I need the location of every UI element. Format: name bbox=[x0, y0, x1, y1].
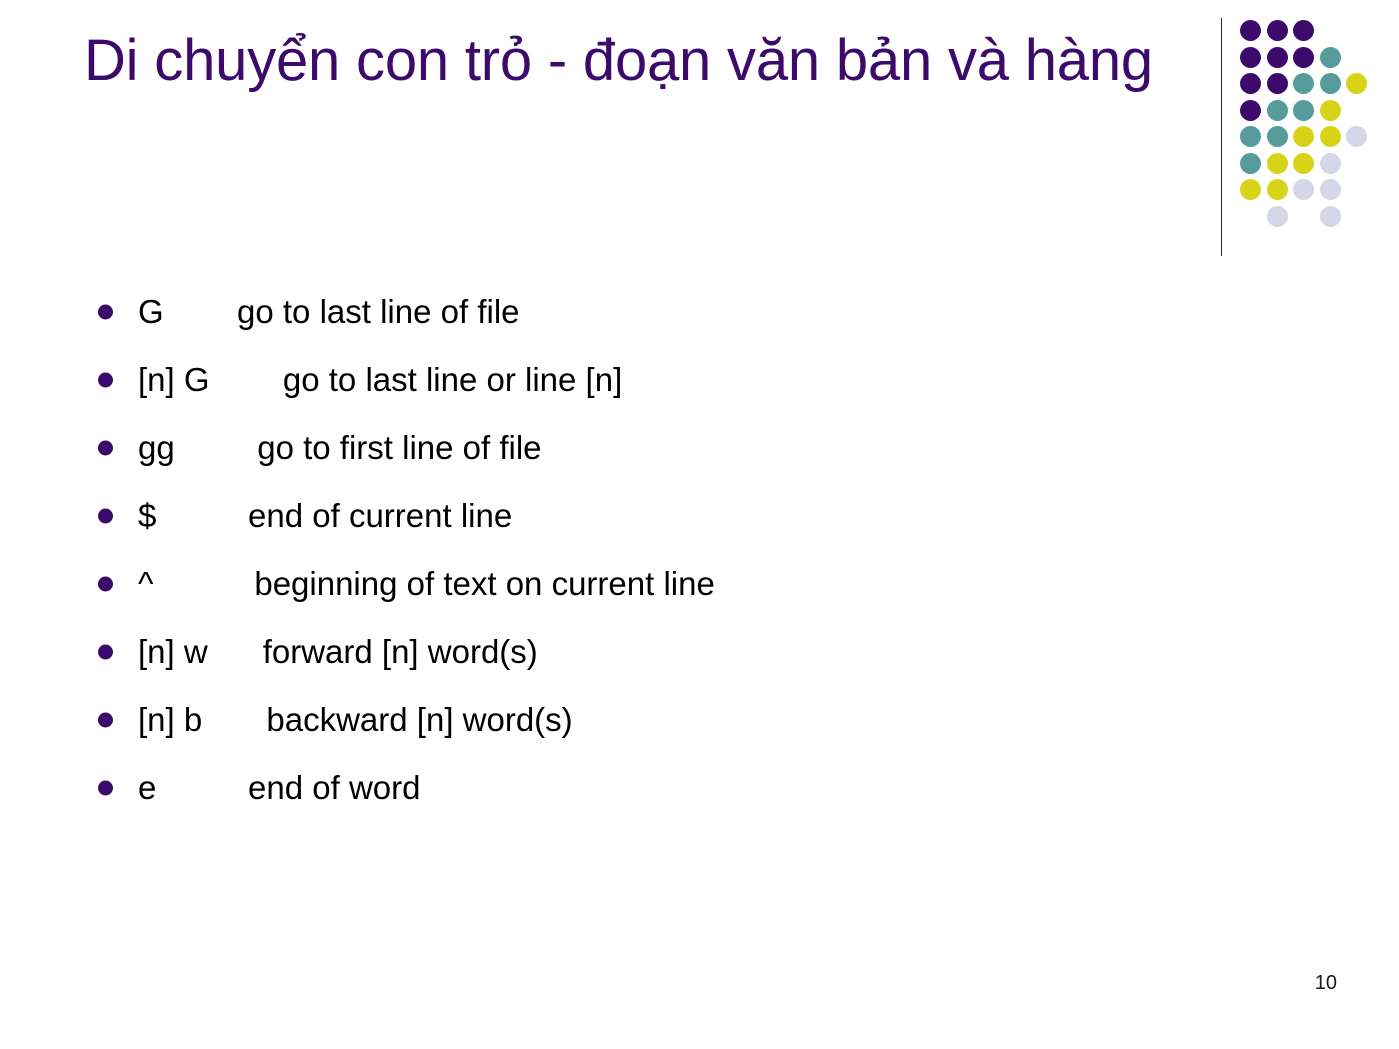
list-item: [n] b backward [n] word(s) bbox=[88, 686, 1268, 754]
list-item: ^ beginning of text on current line bbox=[88, 550, 1268, 618]
decorative-dot bbox=[1319, 205, 1341, 227]
decorative-dot bbox=[1319, 126, 1341, 147]
decorative-dot bbox=[1293, 20, 1314, 41]
decorative-dot bbox=[1240, 20, 1261, 41]
list-item-label: G go to last line of file bbox=[138, 293, 520, 330]
list-item: e end of word bbox=[88, 754, 1268, 822]
bullet-dot-icon bbox=[98, 644, 113, 660]
list-item-label: ^ beginning of text on current line bbox=[138, 565, 715, 602]
decorative-dot bbox=[1240, 99, 1261, 121]
bullet-dot-icon bbox=[98, 440, 113, 456]
bullet-dot-icon bbox=[98, 780, 113, 796]
decorative-dot bbox=[1266, 179, 1288, 200]
bullet-list: G go to last line of file [n] G go to las… bbox=[88, 278, 1268, 822]
decorative-dot bbox=[1293, 46, 1314, 68]
bullet-dot-icon bbox=[98, 304, 113, 320]
decorative-dot bbox=[1346, 126, 1367, 147]
bullet-dot-icon bbox=[98, 372, 113, 388]
decorative-dot bbox=[1319, 152, 1341, 174]
decorative-dot bbox=[1319, 46, 1341, 68]
decorative-dot bbox=[1240, 126, 1261, 147]
decorative-dot bbox=[1293, 99, 1314, 121]
decorative-dot-grid bbox=[1240, 20, 1390, 250]
decorative-dot bbox=[1266, 20, 1288, 41]
list-item: [n] G go to last line or line [n] bbox=[88, 346, 1268, 414]
decorative-dot bbox=[1346, 73, 1367, 94]
decorative-dot bbox=[1266, 205, 1288, 227]
decorative-dot bbox=[1240, 179, 1261, 200]
list-item-label: [n] w forward [n] word(s) bbox=[138, 633, 538, 670]
list-item: G go to last line of file bbox=[88, 278, 1268, 346]
decorative-dot bbox=[1240, 152, 1261, 174]
decorative-dot bbox=[1293, 152, 1314, 174]
bullet-dot-icon bbox=[98, 712, 113, 728]
decorative-dot bbox=[1266, 99, 1288, 121]
decorative-dot bbox=[1293, 126, 1314, 147]
decorative-dot bbox=[1240, 73, 1261, 94]
decorative-dot bbox=[1266, 46, 1288, 68]
decorative-dot bbox=[1293, 179, 1314, 200]
bullet-dot-icon bbox=[98, 508, 113, 524]
list-item: gg go to first line of file bbox=[88, 414, 1268, 482]
decorative-dot bbox=[1319, 99, 1341, 121]
slide: Di chuyển con trỏ - đoạn văn bản và hàng… bbox=[0, 0, 1399, 1049]
list-item: $ end of current line bbox=[88, 482, 1268, 550]
list-item-label: $ end of current line bbox=[138, 497, 513, 534]
bullet-dot-icon bbox=[98, 576, 113, 592]
decorative-dot bbox=[1266, 152, 1288, 174]
title-block: Di chuyển con trỏ - đoạn văn bản và hàng bbox=[84, 22, 1194, 99]
decorative-dot bbox=[1266, 126, 1288, 147]
decorative-dot bbox=[1293, 73, 1314, 94]
page-title: Di chuyển con trỏ - đoạn văn bản và hàng bbox=[84, 28, 1153, 93]
header-divider-line bbox=[1221, 18, 1222, 256]
list-item: [n] w forward [n] word(s) bbox=[88, 618, 1268, 686]
decorative-dot bbox=[1240, 46, 1261, 68]
decorative-dot bbox=[1319, 179, 1341, 200]
list-item-label: [n] G go to last line or line [n] bbox=[138, 361, 623, 398]
slide-page-number: 10 bbox=[1314, 972, 1337, 994]
list-item-label: gg go to first line of file bbox=[138, 429, 542, 466]
list-item-label: [n] b backward [n] word(s) bbox=[138, 701, 573, 738]
decorative-dot bbox=[1319, 73, 1341, 94]
decorative-dot bbox=[1266, 73, 1288, 94]
list-item-label: e end of word bbox=[138, 769, 421, 806]
